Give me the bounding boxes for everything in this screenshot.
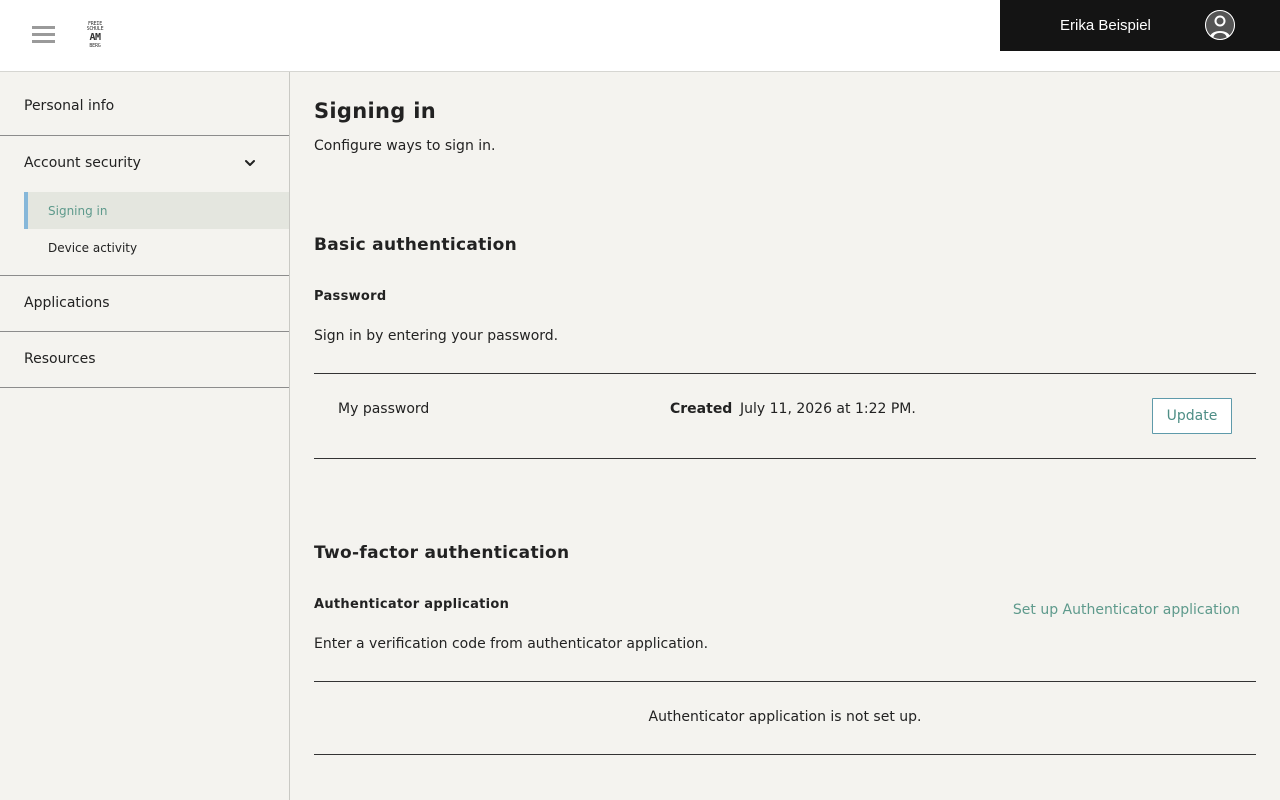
sidebar-item-label: Account security — [24, 155, 141, 171]
password-item-name: My password — [338, 401, 430, 417]
sidebar-link-resources[interactable]: Resources — [0, 332, 289, 387]
sidebar-item-resources[interactable]: Resources — [0, 332, 289, 388]
school-logo[interactable]: FREIE SCHULE AM BERG — [84, 20, 106, 51]
sidebar-item-account-security: Account security Signing in Device activ… — [0, 136, 289, 276]
divider — [314, 754, 1256, 755]
sidebar-toggle-account-security[interactable]: Account security — [0, 136, 289, 190]
sidebar-item-applications[interactable]: Applications — [0, 276, 289, 332]
setup-authenticator-link[interactable]: Set up Authenticator application — [1013, 602, 1240, 618]
avatar-icon — [1205, 10, 1235, 40]
password-created-label: Created — [670, 401, 733, 417]
authenticator-description: Enter a verification code from authentic… — [314, 636, 709, 652]
two-factor-heading: Two-factor authentication — [314, 543, 570, 563]
page-description: Configure ways to sign in. — [314, 138, 496, 154]
password-description: Sign in by entering your password. — [314, 328, 559, 344]
sidebar-subitem-label: Signing in — [48, 204, 108, 218]
main-content: Signing in Configure ways to sign in. Ba… — [314, 72, 1256, 800]
sidebar-item-label: Resources — [24, 351, 96, 367]
authenticator-subheading: Authenticator application — [314, 597, 510, 612]
hamburger-menu-icon[interactable] — [32, 24, 56, 46]
sidebar-subitem-device-activity[interactable]: Device activity — [24, 229, 289, 266]
divider — [314, 681, 1256, 682]
sidebar-subitem-signing-in[interactable]: Signing in — [24, 192, 289, 229]
sidebar: Personal info Account security Signing i… — [0, 72, 290, 800]
top-header: FREIE SCHULE AM BERG Erika Beispiel — [0, 0, 1280, 72]
sidebar-item-label: Personal info — [24, 98, 115, 114]
password-subheading: Password — [314, 289, 387, 304]
sidebar-link-personal-info[interactable]: Personal info — [0, 72, 289, 135]
logo-text-big: AM — [89, 32, 101, 43]
logo-text-line3: BERG — [89, 43, 101, 49]
divider — [314, 373, 1256, 374]
hamburger-bar — [32, 26, 55, 29]
user-name: Erika Beispiel — [1060, 17, 1151, 34]
password-created-value: July 11, 2026 at 1:22 PM. — [740, 401, 916, 417]
sidebar-subitem-label: Device activity — [48, 241, 138, 255]
sidebar-link-applications[interactable]: Applications — [0, 276, 289, 331]
sidebar-section-account-security: Account security Signing in Device activ… — [0, 136, 289, 275]
chevron-down-icon — [245, 160, 255, 166]
sidebar-item-label: Applications — [24, 295, 110, 311]
hamburger-bar — [32, 33, 55, 36]
sidebar-item-personal-info[interactable]: Personal info — [0, 72, 289, 136]
page-title: Signing in — [314, 99, 436, 123]
user-menu[interactable]: Erika Beispiel — [1000, 0, 1280, 51]
update-password-button[interactable]: Update — [1152, 398, 1232, 434]
basic-auth-heading: Basic authentication — [314, 235, 518, 255]
divider — [314, 458, 1256, 459]
authenticator-status: Authenticator application is not set up. — [648, 709, 922, 725]
hamburger-bar — [32, 40, 55, 43]
